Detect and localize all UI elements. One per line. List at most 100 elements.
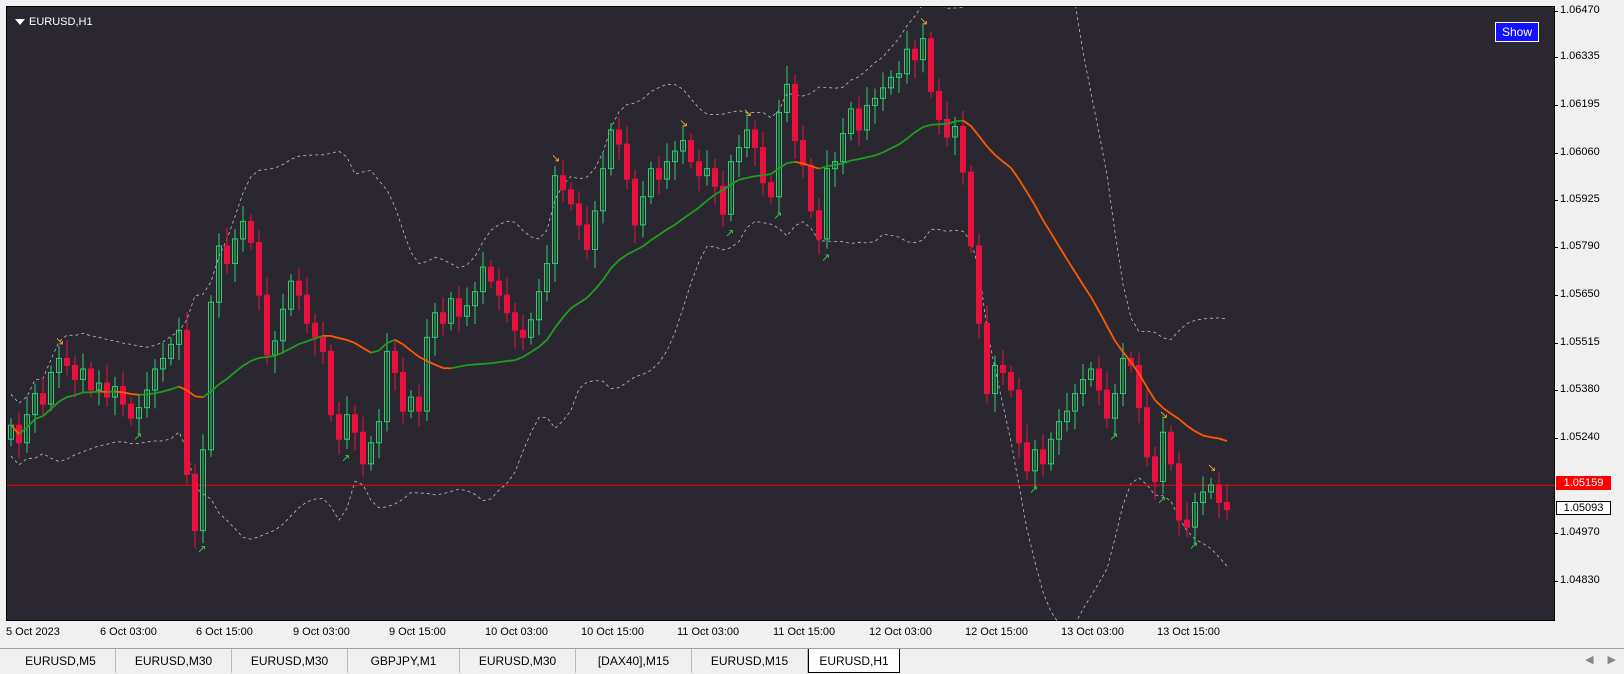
time-axis: 5 Oct 2023 6 Oct 03:00 6 Oct 15:00 9 Oct 03…	[0, 621, 1555, 645]
candle-body	[808, 164, 814, 212]
time-tick-label: 12 Oct 15:00	[965, 626, 1028, 638]
candle-body	[184, 329, 190, 475]
moving-average-segment	[1186, 425, 1196, 432]
moving-average-segment	[426, 360, 436, 366]
tab-eurusd-m30[interactable]: EURUSD,M30	[116, 649, 232, 673]
moving-average-segment	[1194, 430, 1204, 437]
moving-average-segment	[474, 362, 484, 366]
moving-average-segment	[1002, 160, 1012, 169]
moving-average-segment	[850, 158, 860, 162]
candle-body	[224, 245, 230, 265]
candle-body	[976, 245, 982, 324]
candle-body	[1104, 389, 1110, 419]
candle-body	[456, 298, 462, 317]
moving-average-segment	[330, 335, 340, 339]
time-tick-label: 10 Oct 15:00	[581, 626, 644, 638]
candle-body	[616, 129, 622, 145]
candle-body	[192, 473, 198, 532]
sell-arrow-icon: ↘	[919, 15, 928, 28]
moving-average-segment	[554, 316, 564, 329]
moving-average-segment	[650, 234, 660, 241]
tab-eurusd-h1[interactable]: EURUSD,H1	[808, 649, 900, 673]
buy-arrow-icon: ↗	[133, 430, 142, 443]
moving-average-segment	[394, 339, 404, 346]
candle-body	[856, 108, 862, 131]
chart-window: ↘ ↗ ↗ ↗ ↘ ↘ ↗ ↘ ↗ ↗ ↘ ↗ ↗ ↗ ↘ ↗ ↘ EURUSD,H1 Show 1.06470…	[0, 0, 1624, 648]
tab-eurusd-m30[interactable]: EURUSD,M30	[232, 649, 348, 673]
candle-body	[392, 350, 398, 373]
moving-average-segment	[522, 351, 532, 358]
moving-average-segment	[266, 354, 276, 358]
time-tick-label: 13 Oct 15:00	[1157, 626, 1220, 638]
candle-body	[264, 294, 270, 356]
candle-body	[960, 125, 966, 173]
candle-body	[1224, 502, 1230, 511]
moving-average-segment	[362, 347, 372, 354]
candle-body	[248, 220, 254, 243]
time-tick-label: 10 Oct 03:00	[485, 626, 548, 638]
candle-body	[632, 178, 638, 226]
moving-average-segment	[882, 147, 892, 154]
symbol-title-text: EURUSD,H1	[29, 16, 93, 28]
moving-average-segment	[458, 364, 468, 368]
candle-body	[504, 294, 510, 314]
candle-body	[1096, 368, 1102, 391]
tab--dax40-m15[interactable]: [DAX40],M15	[576, 649, 692, 673]
moving-average-segment	[130, 393, 140, 396]
moving-average-segment	[298, 340, 308, 345]
price-tick-label: 1.05515	[1554, 336, 1600, 348]
moving-average-segment	[738, 177, 748, 181]
moving-average-segment	[50, 400, 60, 410]
candle-body	[1168, 431, 1174, 465]
moving-average-segment	[90, 390, 100, 394]
tab-gbpjpy-m1[interactable]: GBPJPY,M1	[348, 649, 460, 673]
moving-average-segment	[1026, 191, 1036, 206]
time-tick-label: 9 Oct 15:00	[389, 626, 446, 638]
tab-eurusd-m5[interactable]: EURUSD,M5	[6, 649, 116, 673]
show-button[interactable]: Show	[1495, 22, 1540, 42]
tab-eurusd-m30[interactable]: EURUSD,M30	[460, 649, 576, 673]
moving-average-segment	[250, 357, 260, 362]
moving-average-segment	[994, 154, 1004, 163]
moving-average-segment	[674, 218, 684, 226]
moving-average-segment	[170, 385, 180, 391]
chart-plot-area[interactable]: ↘ ↗ ↗ ↗ ↘ ↘ ↗ ↘ ↗ ↗ ↘ ↗ ↗ ↗ ↘ ↗ ↘ EURUSD,H1 Show	[6, 6, 1556, 622]
ask-price-label: 1.05093	[1556, 501, 1611, 515]
moving-average-segment	[562, 307, 572, 318]
candle-body	[72, 364, 78, 381]
moving-average-segment	[730, 179, 740, 186]
moving-average-segment	[466, 363, 476, 367]
tab-eurusd-m15[interactable]: EURUSD,M15	[692, 649, 808, 673]
buy-arrow-icon: ↗	[1029, 483, 1038, 496]
moving-average-segment	[586, 288, 596, 299]
moving-average-segment	[258, 356, 268, 359]
tab-scroll-right-icon[interactable]: ▶	[1608, 653, 1616, 666]
moving-average-segment	[1146, 386, 1156, 401]
moving-average-segment	[514, 356, 524, 362]
moving-average-segment	[418, 356, 428, 362]
candle-body	[576, 203, 582, 226]
sell-arrow-icon: ↘	[1159, 408, 1168, 421]
price-tick-label: 1.05650	[1554, 288, 1600, 300]
moving-average-segment	[506, 359, 516, 362]
candlestick-chart[interactable]: ↘ ↗ ↗ ↗ ↘ ↘ ↗ ↘ ↗ ↗ ↘ ↗ ↗ ↗ ↘ ↗ ↘	[7, 7, 1556, 622]
moving-average-segment	[634, 245, 644, 252]
moving-average-segment	[162, 388, 172, 393]
candle-body	[752, 129, 758, 149]
collapse-triangle-icon[interactable]	[15, 19, 25, 25]
candle-body	[656, 168, 662, 180]
candle-body	[440, 312, 446, 324]
sell-arrow-icon: ↘	[679, 117, 688, 130]
candle-body	[360, 431, 366, 465]
moving-average-segment	[482, 362, 492, 365]
candle-body	[1176, 463, 1182, 521]
moving-average-segment	[58, 396, 68, 403]
time-tick-label: 12 Oct 03:00	[869, 626, 932, 638]
moving-average-segment	[986, 145, 996, 156]
time-tick-label: 5 Oct 2023	[6, 626, 60, 638]
moving-average-segment	[762, 173, 772, 177]
moving-average-segment	[898, 137, 908, 146]
candle-body	[968, 171, 974, 247]
candle-body	[88, 368, 94, 391]
tab-scroll-left-icon[interactable]: ◀	[1585, 653, 1593, 666]
